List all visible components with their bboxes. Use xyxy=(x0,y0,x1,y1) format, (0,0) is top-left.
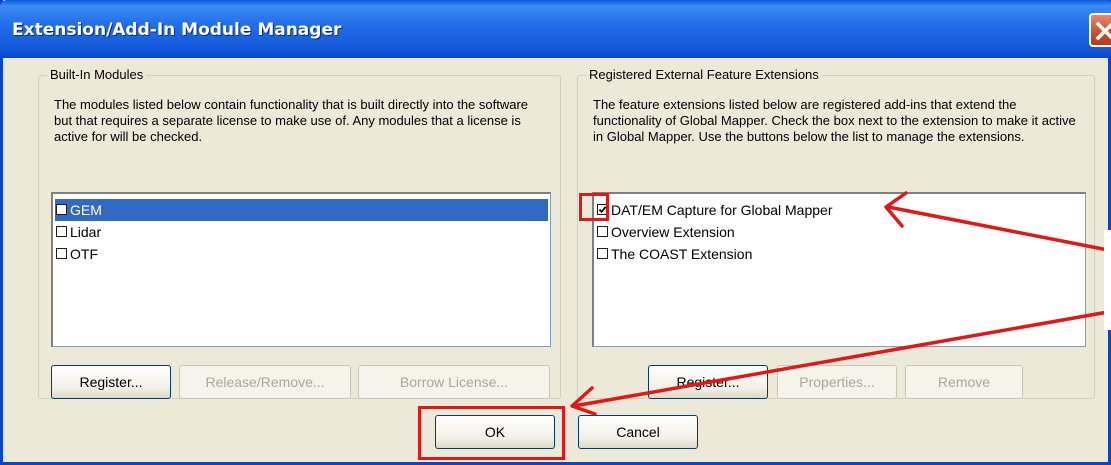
properties-button[interactable]: Properties... xyxy=(777,365,897,399)
external-extensions-group: Registered External Feature Extensions T… xyxy=(577,67,1095,399)
release-remove-button[interactable]: Release/Remove... xyxy=(179,365,351,399)
gem-label: GEM xyxy=(70,202,102,218)
remove-button[interactable]: Remove xyxy=(905,365,1023,399)
lidar-checkbox[interactable] xyxy=(56,226,67,237)
list-item-overview[interactable]: Overview Extension xyxy=(596,221,1083,243)
otf-checkbox[interactable] xyxy=(56,248,67,259)
dialog-window: Extension/Add-In Module Manager Built-In… xyxy=(0,0,1111,465)
annotation-box-ok xyxy=(418,406,565,460)
external-register-button[interactable]: Register... xyxy=(648,365,768,399)
window-title: Extension/Add-In Module Manager xyxy=(12,20,342,40)
list-item-datem[interactable]: DAT/EM Capture for Global Mapper xyxy=(596,199,1083,221)
close-button[interactable] xyxy=(1089,13,1111,47)
external-description: The feature extensions listed below are … xyxy=(593,97,1076,144)
datem-label: DAT/EM Capture for Global Mapper xyxy=(611,202,833,218)
cancel-button[interactable]: Cancel xyxy=(578,415,698,449)
gem-checkbox[interactable] xyxy=(56,204,67,215)
list-item-coast[interactable]: The COAST Extension xyxy=(596,243,1083,265)
coast-checkbox[interactable] xyxy=(597,248,608,259)
builtin-register-button[interactable]: Register... xyxy=(51,365,171,399)
borrow-license-button[interactable]: Borrow License... xyxy=(358,365,550,399)
overview-checkbox[interactable] xyxy=(597,226,608,237)
builtin-modules-list[interactable]: GEM Lidar OTF xyxy=(51,192,551,347)
otf-label: OTF xyxy=(70,246,98,262)
list-item-otf[interactable]: OTF xyxy=(55,243,548,265)
overview-label: Overview Extension xyxy=(611,224,735,240)
external-extensions-list[interactable]: DAT/EM Capture for Global Mapper Overvie… xyxy=(592,192,1086,347)
builtin-group-label: Built-In Modules xyxy=(47,67,147,82)
builtin-description: The modules listed below contain functio… xyxy=(54,97,529,144)
builtin-modules-group: Built-In Modules The modules listed belo… xyxy=(38,67,561,399)
annotation-box-checkbox xyxy=(579,193,609,221)
lidar-label: Lidar xyxy=(70,224,102,240)
dialog-content: Built-In Modules The modules listed belo… xyxy=(3,58,1108,462)
title-bar[interactable]: Extension/Add-In Module Manager xyxy=(0,0,1111,58)
external-group-label: Registered External Feature Extensions xyxy=(586,67,822,82)
list-item-gem[interactable]: GEM xyxy=(55,199,548,221)
close-icon xyxy=(1095,21,1111,41)
coast-label: The COAST Extension xyxy=(611,246,753,262)
list-item-lidar[interactable]: Lidar xyxy=(55,221,548,243)
